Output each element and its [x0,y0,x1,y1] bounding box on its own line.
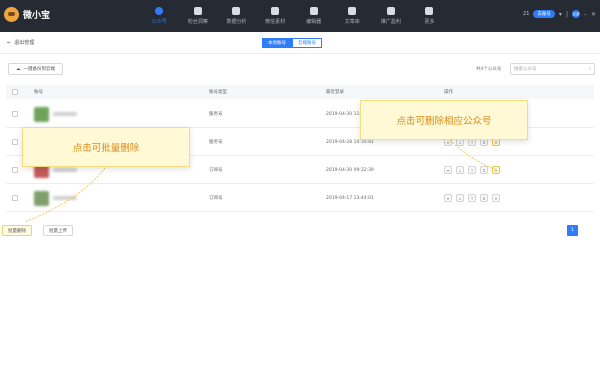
grid-icon [425,7,434,15]
nav-item-articles[interactable]: 文章库 [333,0,372,32]
account-name-blurred [53,168,77,172]
cloud-icon: ☁ [16,66,21,72]
search-icon: ⌕ [588,67,591,72]
row-checkbox[interactable] [12,167,18,173]
arrow-left-icon: ← [7,39,12,46]
nav-item-more[interactable]: 更多 [410,0,449,32]
nav-label: 粉丝洞察 [187,19,208,25]
account-count: 共4个公众号 [476,67,502,72]
divider: | [565,10,568,18]
table-header: 账号 账号类型 最近登录 操作 [6,85,594,99]
row-checkbox[interactable] [12,111,18,117]
search-placeholder: 搜索公众号 [514,67,537,72]
row-actions: ▾ ↓ ↑ ⇅ ✕ [444,166,500,174]
nav-label: 微信素材 [265,19,286,25]
chat-icon [193,7,202,15]
nav-label: 编辑器 [306,19,322,25]
bar-chart-icon [232,7,241,15]
nav-item-editor[interactable]: 编辑器 [294,0,333,32]
select-all-checkbox[interactable] [12,89,18,95]
main-content: ← 退出管理 本地账号 云端账号 ☁ 一键备份到云端 共4个公众号 搜索公众号 … [0,32,600,366]
account-name-blurred [53,196,77,200]
header-last-login: 最近登录 [326,90,344,95]
row-checkbox[interactable] [12,195,18,201]
money-bag-icon [386,7,395,15]
account-cell [34,106,77,122]
gamepad-icon [271,7,280,15]
batch-delete-callout: 点击可批量删除 [22,127,190,167]
last-login: 2019-04-28 10:35:41 [326,139,374,145]
chevron-down-icon[interactable]: ▾ [559,11,562,18]
table-row[interactable]: 订阅号 2019-04-17 13:44:01 ▾ ↓ ↑ ⇅ ✕ [6,185,594,212]
account-avatar [34,190,49,206]
minimize-icon[interactable]: – [584,11,587,18]
nav-label: 推广盈利 [380,19,401,25]
last-login: 2019-04-30 09:32:39 [326,167,374,173]
batch-delete-button[interactable]: 批量删除 [2,225,32,236]
brand: 微小宝 [4,7,50,22]
delete-icon[interactable]: ✕ [492,194,500,202]
search-input[interactable]: 搜索公众号 ⌕ [510,63,595,75]
header-ops: 操作 [444,90,453,95]
nav-item-analytics[interactable]: 数据分析 [217,0,256,32]
app-name: 微小宝 [23,11,51,21]
last-login: 2019-04-17 13:44:01 [326,195,374,201]
top-navigation-bar: 微小宝 公众号 粉丝洞察 数据分析 微信素材 编辑器 文章库 推广盈利 更多 2… [0,0,600,32]
app-logo-icon [4,7,19,22]
nav-item-fans[interactable]: 粉丝洞察 [179,0,218,32]
tab-cloud-accounts[interactable]: 云端账号 [292,38,322,48]
account-type: 订阅号 [209,196,223,201]
user-area: 21 去账号 ▾ | VIP – ✕ [523,10,596,18]
account-type: 服务号 [209,112,223,117]
nav-item-accounts[interactable]: 公众号 [140,0,179,32]
nav-label: 文章库 [344,19,360,25]
exit-manage-label: 退出管理 [14,40,35,46]
account-source-toggle: 本地账号 云端账号 [262,38,322,48]
trash-icon [348,7,357,15]
nav-label: 更多 [424,19,435,25]
avatar[interactable]: VIP [571,10,580,18]
delete-account-callout: 点击可删除相应公众号 [360,100,528,140]
download-icon[interactable]: ↓ [456,166,464,174]
nav-label: 数据分析 [226,19,247,25]
upload-icon[interactable]: ↑ [468,194,476,202]
sync-icon[interactable]: ⇅ [480,166,488,174]
tab-local-accounts[interactable]: 本地账号 [262,38,292,48]
pen-icon [309,7,318,15]
header-account: 账号 [34,90,43,95]
nav-item-materials[interactable]: 微信素材 [256,0,295,32]
row-actions: ▾ ↓ ↑ ⇅ ✕ [444,194,500,202]
main-nav: 公众号 粉丝洞察 数据分析 微信素材 编辑器 文章库 推广盈利 更多 [140,0,449,32]
nav-item-promotion[interactable]: 推广盈利 [372,0,411,32]
sub-toolbar: ← 退出管理 本地账号 云端账号 [0,32,600,54]
backup-label: 一键备份到云端 [23,67,56,72]
backup-to-cloud-button[interactable]: ☁ 一键备份到云端 [8,63,63,75]
account-type: 订阅号 [209,168,223,173]
account-badge[interactable]: 去账号 [533,10,555,18]
batch-upload-button[interactable]: 批量上传 [43,225,73,236]
user-id: 21 [523,11,530,17]
delete-icon[interactable]: ✕ [492,166,500,174]
upload-icon[interactable]: ↑ [468,166,476,174]
row-checkbox[interactable] [12,139,18,145]
download-icon[interactable]: ↓ [456,194,464,202]
sync-icon[interactable]: ⇅ [480,194,488,202]
pin-icon[interactable]: ▾ [444,194,452,202]
close-icon[interactable]: ✕ [591,11,596,18]
last-login: 2019-04-30 11: [326,111,361,117]
page-1-button[interactable]: 1 [567,225,578,236]
exit-manage-button[interactable]: ← 退出管理 [7,39,35,47]
account-avatar [34,106,49,122]
pin-icon[interactable]: ▾ [444,166,452,174]
person-icon [155,7,164,15]
account-cell [34,190,77,206]
account-type: 服务号 [209,140,223,145]
nav-label: 公众号 [151,19,167,25]
header-type: 账号类型 [209,90,227,95]
account-name-blurred [53,112,77,116]
